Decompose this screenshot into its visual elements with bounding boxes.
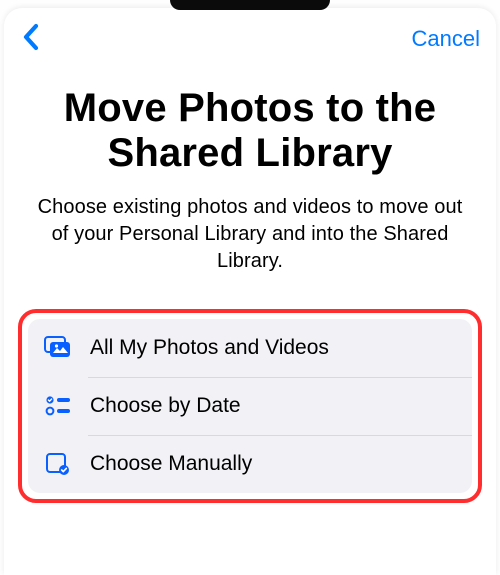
modal-sheet: Cancel Move Photos to the Shared Library… xyxy=(4,8,496,575)
back-button[interactable] xyxy=(12,21,48,57)
option-choose-by-date[interactable]: Choose by Date xyxy=(28,377,472,435)
device-notch xyxy=(170,0,330,10)
content-area: Move Photos to the Shared Library Choose… xyxy=(4,64,496,275)
option-all-photos[interactable]: All My Photos and Videos xyxy=(28,319,472,377)
option-label: All My Photos and Videos xyxy=(90,336,329,360)
nav-bar: Cancel xyxy=(4,14,496,64)
options-highlight-box: All My Photos and Videos Choose by Date xyxy=(18,309,482,503)
page-title: Move Photos to the Shared Library xyxy=(28,86,472,176)
page-subtitle: Choose existing photos and videos to mov… xyxy=(32,194,468,275)
option-label: Choose Manually xyxy=(90,452,252,476)
choose-by-date-icon xyxy=(42,390,74,422)
photos-stack-icon xyxy=(42,332,74,364)
chevron-left-icon xyxy=(22,23,39,56)
options-list: All My Photos and Videos Choose by Date xyxy=(28,319,472,493)
option-choose-manually[interactable]: Choose Manually xyxy=(28,435,472,493)
option-label: Choose by Date xyxy=(90,394,241,418)
cancel-button[interactable]: Cancel xyxy=(410,22,482,56)
choose-manually-icon xyxy=(42,448,74,480)
